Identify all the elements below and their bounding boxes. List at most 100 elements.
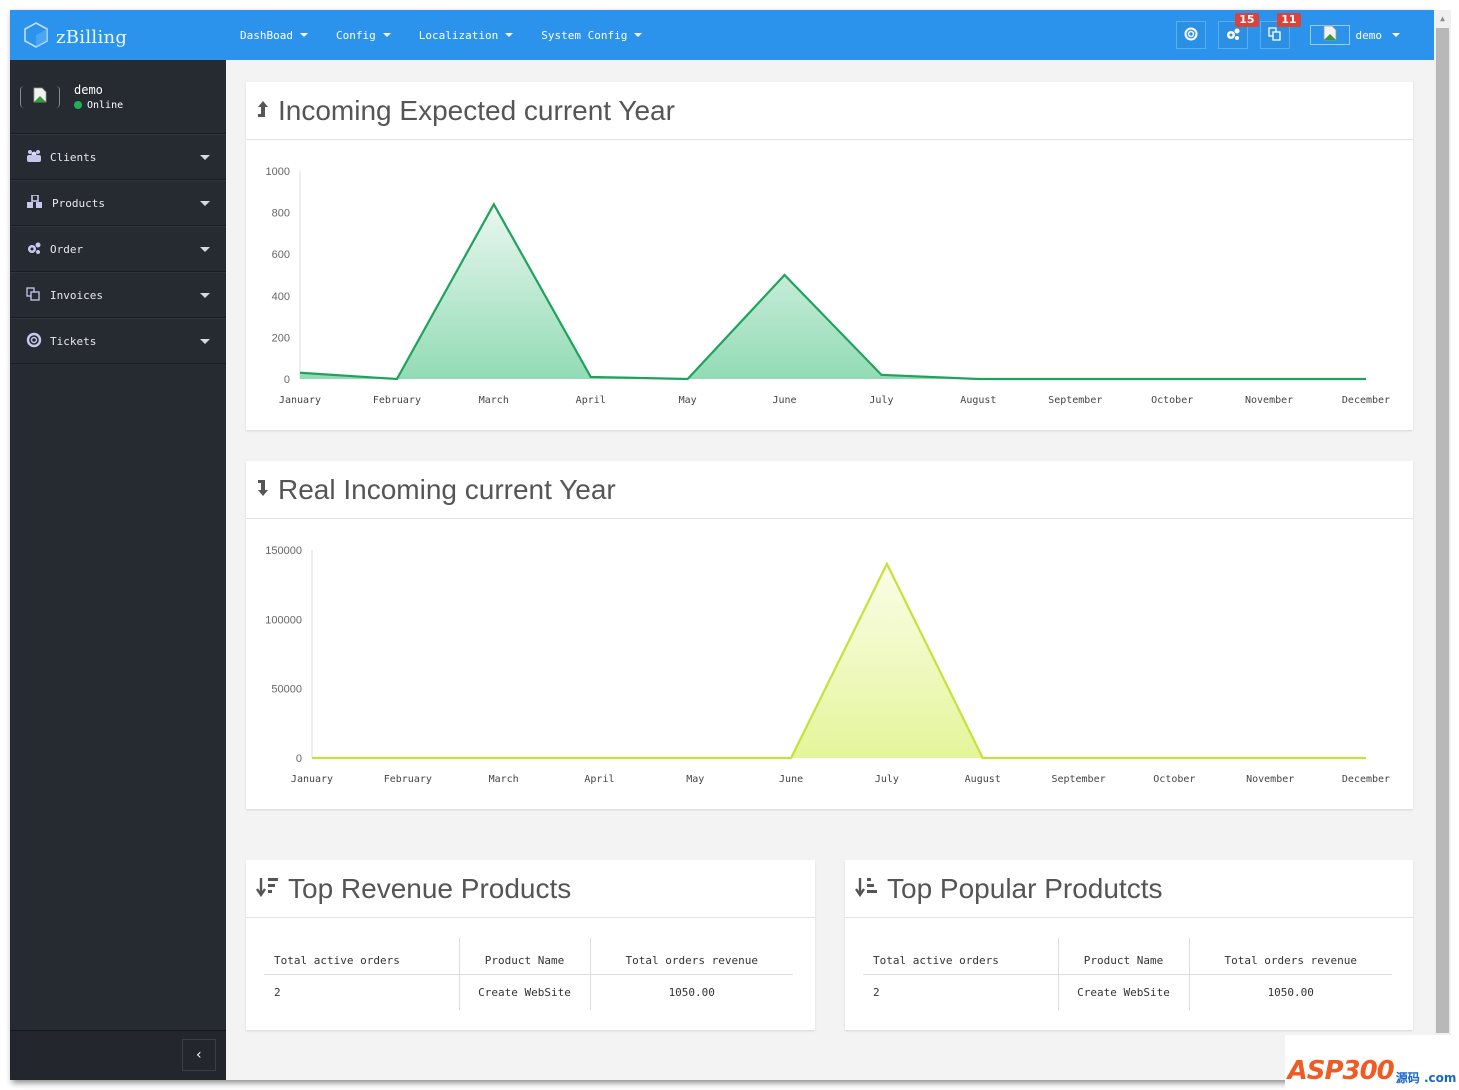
nav-localization[interactable]: Localization bbox=[418, 28, 514, 42]
nav-label: System Config bbox=[541, 28, 628, 42]
column-header[interactable]: Product Name bbox=[1058, 938, 1190, 975]
x-tick-label: September bbox=[1051, 774, 1105, 785]
x-tick-label: September bbox=[1048, 395, 1102, 406]
data-point[interactable] bbox=[1266, 376, 1272, 382]
data-point[interactable] bbox=[501, 755, 507, 761]
y-tick-label: 600 bbox=[272, 249, 290, 261]
real-income-chart: 0 50000 100000 150000 January February March Ap… bbox=[265, 545, 1390, 785]
sidebar-item-invoices[interactable]: Invoices bbox=[10, 272, 226, 318]
sort-amount-desc-icon bbox=[256, 876, 280, 902]
data-point[interactable] bbox=[394, 376, 400, 382]
sidebar-item-label: Products bbox=[52, 196, 105, 210]
caret-down-icon bbox=[200, 293, 210, 298]
data-point[interactable] bbox=[596, 755, 602, 761]
data-point[interactable] bbox=[1171, 755, 1177, 761]
data-point[interactable] bbox=[588, 374, 594, 380]
real-income-panel: Real Incoming current Year 0 50000 100000 1… bbox=[246, 461, 1413, 809]
top-navbar: zBilling DashBoad Config Localization Sy… bbox=[10, 10, 1434, 60]
column-header[interactable]: Total active orders bbox=[863, 938, 1059, 975]
top-popular-panel: Top Popular Produtcts Total active order… bbox=[845, 860, 1413, 1030]
data-point[interactable] bbox=[980, 755, 986, 761]
data-point[interactable] bbox=[685, 376, 691, 382]
x-tick-label: June bbox=[779, 774, 803, 785]
main-nav: DashBoad Config Localization System Conf… bbox=[240, 10, 670, 60]
invoices-button[interactable]: 11 bbox=[1259, 13, 1301, 49]
invoices-badge: 11 bbox=[1277, 13, 1301, 27]
x-tick-label: January bbox=[291, 774, 333, 785]
sidebar-user: demo Online bbox=[10, 60, 226, 134]
data-point[interactable] bbox=[1169, 376, 1175, 382]
table-row: 2 Create WebSite 1050.00 bbox=[863, 974, 1392, 1010]
column-header[interactable]: Total orders revenue bbox=[590, 938, 793, 975]
data-point[interactable] bbox=[788, 755, 794, 761]
sidebar-item-products[interactable]: Products bbox=[10, 180, 226, 226]
nav-dashboard[interactable]: DashBoad bbox=[240, 29, 308, 42]
sidebar-item-tickets[interactable]: Tickets bbox=[10, 318, 226, 364]
data-point[interactable] bbox=[297, 370, 303, 376]
cell-revenue: 1050.00 bbox=[1267, 985, 1314, 999]
vertical-scrollbar[interactable]: ▲ bbox=[1434, 10, 1451, 1035]
x-tick-label: July bbox=[875, 774, 899, 785]
data-point[interactable] bbox=[1267, 755, 1273, 761]
data-point[interactable] bbox=[1076, 755, 1082, 761]
x-tick-label: May bbox=[679, 395, 697, 406]
online-status-dot-icon bbox=[74, 101, 82, 109]
panel-title: Top Popular Produtcts bbox=[887, 872, 1163, 904]
chevron-left-icon: ‹ bbox=[194, 1047, 204, 1063]
y-tick-label: 50000 bbox=[271, 684, 302, 696]
expected-income-chart: 0 200 400 600 800 1000 January February March Apr… bbox=[266, 166, 1391, 406]
brand[interactable]: zBilling bbox=[24, 22, 127, 52]
caret-down-icon bbox=[299, 33, 308, 37]
sidebar-item-label: Clients bbox=[50, 150, 97, 164]
top-revenue-table: Total active orders Product Name Total o… bbox=[264, 938, 793, 1010]
sidebar-user-name: demo bbox=[74, 82, 103, 97]
y-tick-label: 150000 bbox=[265, 545, 302, 557]
data-point[interactable] bbox=[884, 561, 890, 567]
data-point[interactable] bbox=[1072, 376, 1078, 382]
caret-down-icon bbox=[200, 339, 210, 344]
sidebar-item-clients[interactable]: Clients bbox=[10, 134, 226, 180]
data-point[interactable] bbox=[782, 272, 788, 278]
data-point[interactable] bbox=[975, 376, 981, 382]
scroll-up-arrow-icon[interactable]: ▲ bbox=[1434, 10, 1451, 26]
table-header-row: Total active orders Product Name Total o… bbox=[264, 938, 793, 975]
caret-down-icon bbox=[505, 33, 514, 37]
scrollbar-thumb[interactable] bbox=[1436, 28, 1449, 1033]
settings-badge: 15 bbox=[1235, 13, 1259, 27]
life-ring-icon bbox=[1184, 26, 1198, 45]
data-point[interactable] bbox=[1363, 376, 1369, 382]
column-header[interactable]: Total active orders bbox=[264, 938, 460, 975]
data-point[interactable] bbox=[309, 755, 315, 761]
collapse-sidebar-button[interactable]: ‹ bbox=[182, 1039, 216, 1071]
table-header-row: Total active orders Product Name Total o… bbox=[863, 938, 1392, 975]
x-tick-label: March bbox=[489, 774, 519, 785]
data-point[interactable] bbox=[405, 755, 411, 761]
settings-button[interactable]: 15 bbox=[1217, 13, 1259, 49]
sidebar-item-order[interactable]: Order bbox=[10, 226, 226, 272]
arrow-up-icon bbox=[256, 99, 270, 123]
caret-down-icon bbox=[1392, 33, 1400, 37]
y-tick-label: 100000 bbox=[265, 614, 302, 626]
cell-active-orders: 2 bbox=[863, 974, 1059, 1010]
watermark-text: ASP300 bbox=[1287, 1056, 1395, 1086]
nav-label: DashBoad bbox=[240, 28, 293, 42]
nav-system-config[interactable]: System Config bbox=[541, 28, 643, 42]
column-header[interactable]: Product Name bbox=[459, 938, 591, 975]
nav-label: Localization bbox=[418, 28, 499, 42]
data-point[interactable] bbox=[878, 372, 884, 378]
user-menu[interactable]: demo bbox=[1309, 25, 1400, 45]
x-tick-label: August bbox=[965, 774, 1001, 785]
caret-down-icon bbox=[200, 201, 210, 206]
x-tick-label: May bbox=[686, 774, 704, 785]
support-button[interactable] bbox=[1175, 21, 1206, 49]
nav-config[interactable]: Config bbox=[336, 29, 391, 42]
data-point[interactable] bbox=[1363, 755, 1369, 761]
column-header[interactable]: Total orders revenue bbox=[1189, 938, 1392, 975]
data-point[interactable] bbox=[491, 201, 497, 207]
nav-label: Config bbox=[335, 28, 376, 42]
x-tick-label: October bbox=[1151, 395, 1193, 406]
data-point[interactable] bbox=[692, 755, 698, 761]
area-fill bbox=[300, 204, 1366, 379]
sidebar-footer: ‹ bbox=[10, 1030, 226, 1080]
user-image bbox=[1309, 25, 1350, 45]
